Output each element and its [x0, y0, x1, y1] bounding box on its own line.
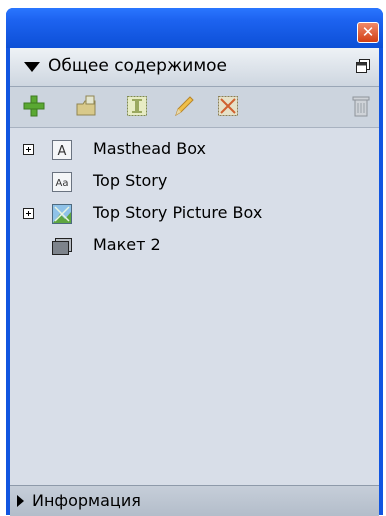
panel-menu-icon[interactable]: [355, 58, 371, 74]
picture-box-icon: [52, 204, 72, 224]
section-header[interactable]: Общее содержимое: [10, 48, 379, 87]
text-box-a-icon: A: [52, 140, 72, 160]
import-icon[interactable]: [75, 94, 99, 118]
tree-item-label: Masthead Box: [93, 139, 206, 158]
tree-item-label: Top Story Picture Box: [93, 203, 263, 222]
shared-content-panel: Общее содержимое A Masthead Box Aa Top S…: [10, 48, 379, 516]
svg-text:A: A: [58, 144, 67, 159]
layout-icon: [52, 238, 72, 255]
info-section-label: Информация: [32, 491, 141, 510]
tree-item-masthead-box[interactable]: A Masthead Box: [10, 136, 379, 166]
toolbar: [10, 87, 379, 128]
tree-item-layout-2[interactable]: Макет 2: [10, 232, 379, 262]
content-tree: A Masthead Box Aa Top Story Top Story Pi…: [10, 128, 379, 485]
expand-triangle-icon[interactable]: [17, 495, 24, 507]
story-aa-icon: Aa: [52, 172, 72, 192]
expand-plus-icon[interactable]: [23, 208, 34, 219]
close-icon[interactable]: ✕: [357, 22, 379, 43]
tree-item-top-story-picture-box[interactable]: Top Story Picture Box: [10, 200, 379, 230]
tree-item-top-story[interactable]: Aa Top Story: [10, 168, 379, 198]
text-box-icon[interactable]: [125, 94, 149, 118]
section-title: Общее содержимое: [48, 56, 227, 76]
info-section-header[interactable]: Информация: [10, 485, 379, 516]
tree-item-label: Макет 2: [93, 235, 161, 254]
tree-item-label: Top Story: [93, 171, 168, 190]
collapse-triangle-icon[interactable]: [24, 62, 40, 72]
trash-icon[interactable]: [349, 94, 373, 118]
title-bar[interactable]: ✕: [6, 8, 383, 48]
edit-pencil-icon[interactable]: [172, 94, 196, 118]
expand-plus-icon[interactable]: [23, 144, 34, 155]
picture-box-icon[interactable]: [216, 94, 240, 118]
svg-text:Aa: Aa: [56, 178, 69, 189]
palette-window: ✕ Общее содержимое A Masthead Box Aa Top…: [6, 8, 383, 516]
add-icon[interactable]: [22, 94, 46, 118]
